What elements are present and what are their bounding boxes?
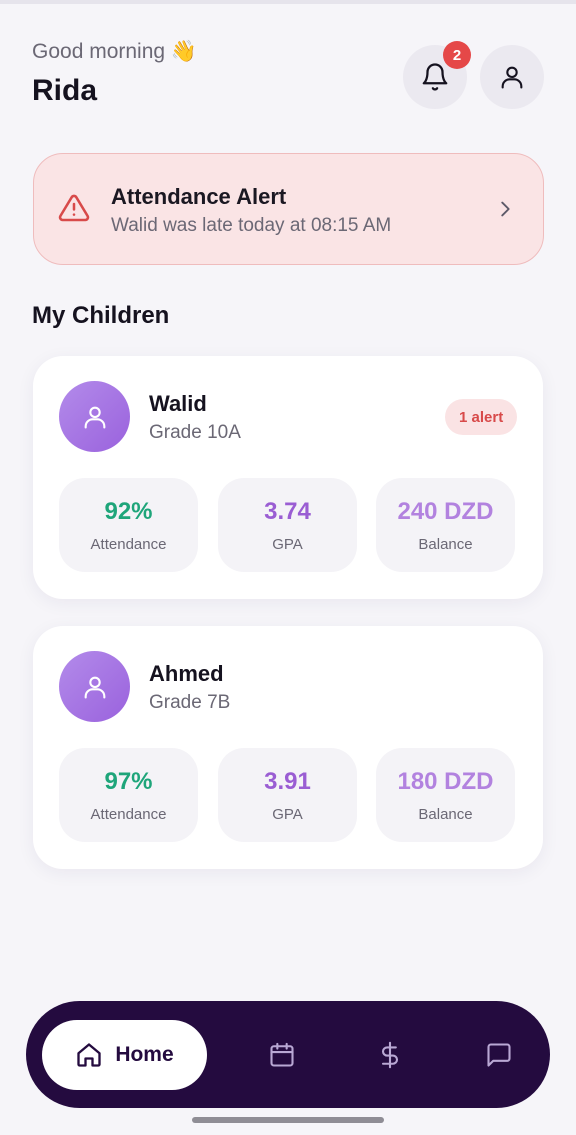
warning-triangle-icon (58, 194, 90, 222)
alert-title: Attendance Alert (111, 184, 287, 209)
user-icon (501, 66, 523, 89)
profile-button[interactable] (480, 45, 544, 109)
child-grade: Grade 7B (149, 692, 231, 713)
stat-label: Attendance (90, 806, 167, 823)
stat-value: 180 DZD (397, 768, 494, 795)
child-name: Walid (149, 391, 207, 416)
attendance-stat: 92% Attendance (59, 478, 198, 572)
nav-home-button[interactable]: Home (42, 1020, 207, 1090)
child-card[interactable]: Walid Grade 10A 1 alert 92% Attendance 3… (33, 356, 543, 599)
attendance-alert-card[interactable]: Attendance Alert Walid was late today at… (33, 153, 544, 265)
dollar-icon[interactable] (376, 1041, 404, 1069)
stat-label: GPA (272, 536, 303, 553)
child-grade: Grade 10A (149, 422, 241, 443)
nav-home-label: Home (115, 1043, 174, 1066)
home-icon (77, 1043, 101, 1067)
bell-icon (422, 63, 448, 91)
stat-label: Balance (418, 536, 473, 553)
stat-label: Balance (418, 806, 473, 823)
stat-value: 240 DZD (397, 498, 494, 525)
stat-value: 97% (104, 768, 153, 795)
status-bar-divider (0, 0, 576, 4)
notification-count-badge: 2 (443, 41, 471, 69)
stat-value: 92% (104, 498, 153, 525)
chevron-right-icon (501, 201, 510, 217)
notifications-button[interactable]: 2 (403, 41, 471, 109)
balance-stat: 180 DZD Balance (376, 748, 515, 842)
gpa-stat: 3.74 GPA (218, 478, 357, 572)
avatar (59, 381, 130, 452)
stat-value: 3.74 (264, 498, 311, 525)
alert-message: Walid was late today at 08:15 AM (111, 215, 392, 236)
user-icon (84, 406, 105, 429)
alert-count-badge: 1 alert (445, 399, 518, 435)
avatar (59, 651, 130, 722)
bottom-navigation: Home (26, 1001, 550, 1108)
stat-label: Attendance (90, 536, 167, 553)
stat-value: 3.91 (264, 768, 311, 795)
child-card[interactable]: Ahmed Grade 7B 97% Attendance 3.91 GPA 1… (33, 626, 543, 869)
child-name: Ahmed (149, 661, 224, 686)
user-name: Rida (32, 74, 98, 107)
balance-stat: 240 DZD Balance (376, 478, 515, 572)
greeting-text: Good morning 👋 (32, 40, 198, 63)
user-icon (84, 676, 105, 699)
chat-icon[interactable] (485, 1041, 513, 1069)
gpa-stat: 3.91 GPA (218, 748, 357, 842)
attendance-stat: 97% Attendance (59, 748, 198, 842)
home-indicator[interactable] (192, 1117, 384, 1123)
section-title: My Children (32, 302, 170, 329)
calendar-icon[interactable] (268, 1041, 296, 1069)
stat-label: GPA (272, 806, 303, 823)
